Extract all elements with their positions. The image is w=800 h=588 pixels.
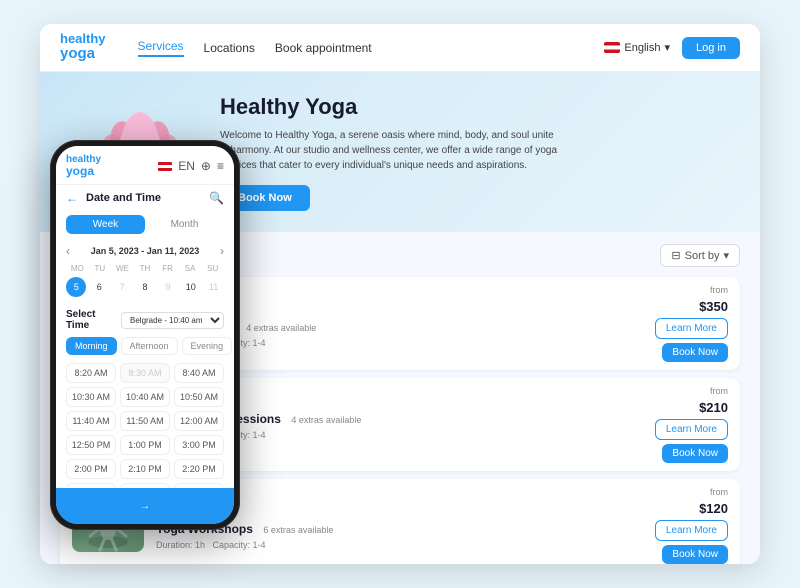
card-actions: from $210 Learn More Book Now <box>655 386 728 463</box>
time-slot[interactable]: 12:50 PM <box>66 435 116 455</box>
phone-screen: healthy yoga EN ⊕ ≡ ← Date and Time 🔍 We… <box>56 146 234 524</box>
time-slot[interactable]: 8:20 AM <box>66 363 116 383</box>
book-now-button[interactable]: Book Now <box>662 444 728 463</box>
service-price: $210 <box>699 400 728 415</box>
calendar-day[interactable]: 11 <box>204 277 224 297</box>
day-header-label: SU <box>201 264 224 273</box>
time-slots-grid: 8:20 AM8:30 AM8:40 AM 10:30 AM10:40 AM10:… <box>66 363 224 488</box>
nav-links: Services Locations Book appointment <box>138 39 581 57</box>
time-slot[interactable]: 2:20 PM <box>174 459 224 479</box>
time-section-header: Select Time Belgrade - 10:40 am <box>66 309 224 331</box>
calendar-days: 567891011 <box>66 277 224 297</box>
time-of-day-tabs: MorningAfternoonEvening <box>66 337 224 355</box>
time-slot[interactable]: 12:00 AM <box>174 411 224 431</box>
phone-search-icon[interactable]: 🔍 <box>209 191 224 205</box>
calendar-day[interactable]: 10 <box>181 277 201 297</box>
time-slot[interactable]: 1:00 PM <box>120 435 170 455</box>
service-extras: 4 extras available <box>246 323 316 333</box>
phone-calendar: ‹ Jan 5, 2023 - Jan 11, 2023 › MOTUWETHF… <box>56 238 234 303</box>
month-tab[interactable]: Month <box>145 215 224 234</box>
calendar-day[interactable]: 6 <box>89 277 109 297</box>
login-button[interactable]: Log in <box>682 37 740 59</box>
flag-icon <box>604 42 620 53</box>
time-slot[interactable]: 2:00 PM <box>66 459 116 479</box>
nav-locations[interactable]: Locations <box>204 41 255 55</box>
calendar-range: Jan 5, 2023 - Jan 11, 2023 <box>91 246 200 256</box>
phone-logo: healthy yoga <box>66 154 101 178</box>
time-slot[interactable]: 8:30 AM <box>120 363 170 383</box>
week-tab[interactable]: Week <box>66 215 145 234</box>
phone-lang-label: EN <box>178 159 195 173</box>
service-extras: 6 extras available <box>263 525 333 535</box>
service-extras: 4 extras available <box>291 415 361 425</box>
chevron-down-icon: ▾ <box>723 249 729 262</box>
filter-icon: ⊟ <box>671 249 680 262</box>
time-slot[interactable]: 3:00 PM <box>174 435 224 455</box>
day-header-label: TH <box>134 264 157 273</box>
day-header-label: MO <box>66 264 89 273</box>
book-now-button[interactable]: Book Now <box>662 343 728 362</box>
price-from-label: from <box>710 285 728 295</box>
nav-services[interactable]: Services <box>138 39 184 57</box>
learn-more-button[interactable]: Learn More <box>655 419 728 440</box>
book-now-button[interactable]: Book Now <box>662 545 728 564</box>
calendar-day[interactable]: 8 <box>135 277 155 297</box>
phone-header-icons: EN ⊕ ≡ <box>158 159 224 173</box>
card-actions: from $350 Learn More Book Now <box>655 285 728 362</box>
timezone-select[interactable]: Belgrade - 10:40 am <box>121 312 224 329</box>
time-slot[interactable]: 10:30 AM <box>66 387 116 407</box>
phone-header: healthy yoga EN ⊕ ≡ <box>56 146 234 185</box>
day-header-label: TU <box>89 264 112 273</box>
service-price: $120 <box>699 501 728 516</box>
price-from-label: from <box>710 487 728 497</box>
hero-text: Healthy Yoga Welcome to Healthy Yoga, a … <box>220 94 740 211</box>
time-slot[interactable]: 11:40 AM <box>66 411 116 431</box>
calendar-day-headers: MOTUWETHFRSASU <box>66 264 224 273</box>
next-week-button[interactable]: › <box>220 244 224 258</box>
hero-title: Healthy Yoga <box>220 94 740 120</box>
nav-right: English ▾ Log in <box>604 37 740 59</box>
language-selector[interactable]: English ▾ <box>604 41 670 54</box>
calendar-day[interactable]: 9 <box>158 277 178 297</box>
back-button[interactable]: ← <box>66 191 78 205</box>
time-of-day-tab[interactable]: Morning <box>66 337 117 355</box>
prev-week-button[interactable]: ‹ <box>66 244 70 258</box>
time-slot[interactable]: 10:40 AM <box>120 387 170 407</box>
navigation: healthy yoga Services Locations Book app… <box>40 24 760 72</box>
learn-more-button[interactable]: Learn More <box>655 520 728 541</box>
phone-nav-title: Date and Time <box>86 192 201 204</box>
service-price: $350 <box>699 299 728 314</box>
card-actions: from $120 Learn More Book Now <box>655 487 728 564</box>
time-of-day-tab[interactable]: Evening <box>182 337 233 355</box>
calendar-nav: ‹ Jan 5, 2023 - Jan 11, 2023 › <box>66 244 224 258</box>
day-header-label: FR <box>156 264 179 273</box>
phone-view-tabs: Week Month <box>56 211 234 238</box>
hero-description: Welcome to Healthy Yoga, a serene oasis … <box>220 128 560 173</box>
time-of-day-tab[interactable]: Afternoon <box>121 337 178 355</box>
phone-login-icon[interactable]: ⊕ <box>201 159 211 173</box>
time-slot[interactable]: 10:50 AM <box>174 387 224 407</box>
calendar-day[interactable]: 5 <box>66 277 86 297</box>
phone-nav: ← Date and Time 🔍 <box>56 185 234 211</box>
continue-button[interactable]: → <box>56 488 234 524</box>
day-header-label: WE <box>111 264 134 273</box>
service-meta: Duration: 1h Capacity: 1-4 <box>156 540 635 550</box>
sort-button[interactable]: ⊟ Sort by ▾ <box>660 244 740 267</box>
time-section: Select Time Belgrade - 10:40 am MorningA… <box>56 303 234 488</box>
select-time-label: Select Time <box>66 309 121 331</box>
time-slot[interactable]: 11:50 AM <box>120 411 170 431</box>
price-from-label: from <box>710 386 728 396</box>
phone-frame: healthy yoga EN ⊕ ≡ ← Date and Time 🔍 We… <box>50 140 240 530</box>
learn-more-button[interactable]: Learn More <box>655 318 728 339</box>
nav-book-appointment[interactable]: Book appointment <box>275 41 372 55</box>
calendar-day[interactable]: 7 <box>112 277 132 297</box>
phone-menu-icon[interactable]: ≡ <box>217 159 224 173</box>
time-slot[interactable]: 2:10 PM <box>120 459 170 479</box>
day-header-label: SA <box>179 264 202 273</box>
site-logo: healthy yoga <box>60 32 106 63</box>
phone-overlay: healthy yoga EN ⊕ ≡ ← Date and Time 🔍 We… <box>50 140 240 530</box>
phone-flag-icon <box>158 162 172 171</box>
time-slot[interactable]: 8:40 AM <box>174 363 224 383</box>
